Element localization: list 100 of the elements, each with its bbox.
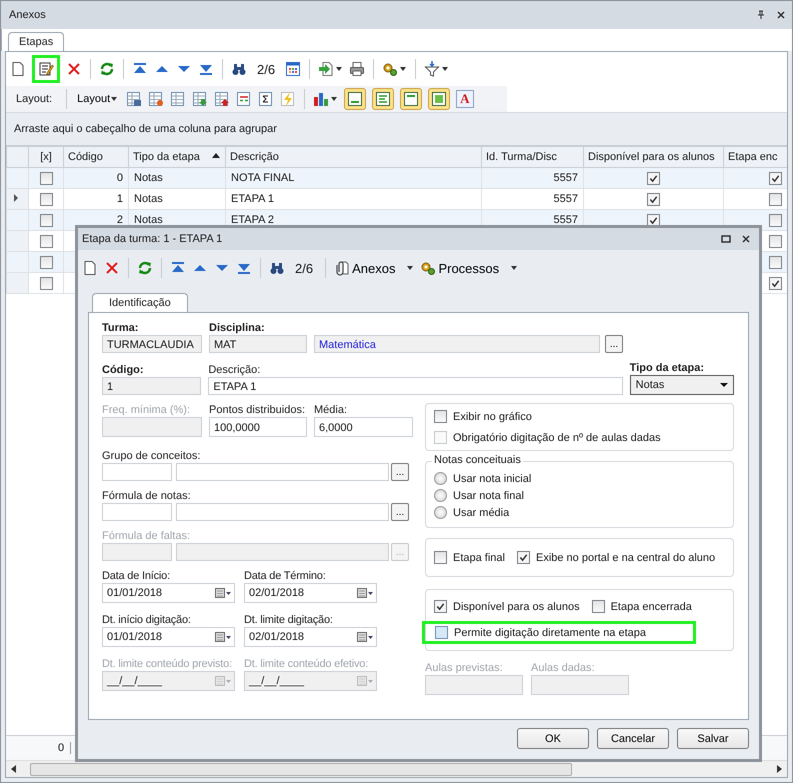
calendar-icon[interactable]	[356, 629, 374, 645]
new-document-icon[interactable]	[82, 260, 98, 276]
scroll-left-icon[interactable]	[10, 764, 18, 774]
checkbox[interactable]	[434, 410, 447, 423]
delete-layout-icon[interactable]	[148, 91, 164, 107]
checkbox[interactable]	[40, 192, 52, 206]
date-field[interactable]: 02/01/2018	[244, 583, 377, 603]
column-header[interactable]: Id. Turma/Disc	[482, 146, 584, 168]
toggle-button[interactable]	[372, 88, 394, 110]
checkbox[interactable]	[647, 214, 660, 226]
edit-button[interactable]	[32, 55, 60, 83]
toggle-button[interactable]	[400, 88, 422, 110]
stage-type-dropdown[interactable]: Notas	[630, 375, 734, 395]
checkbox[interactable]	[434, 551, 447, 564]
delete-icon[interactable]	[104, 260, 120, 276]
turma-field[interactable]: TURMACLAUDIA	[102, 335, 202, 353]
close-icon[interactable]	[776, 10, 786, 20]
column-header[interactable]: [x]	[28, 146, 64, 168]
lesson-count-field[interactable]	[531, 675, 629, 695]
gears-icon[interactable]	[420, 260, 436, 276]
code-field[interactable]: 1	[102, 377, 202, 395]
pin-icon[interactable]	[756, 10, 766, 20]
date-field[interactable]: 01/01/2018	[102, 627, 235, 647]
menu-button[interactable]: Processos	[438, 260, 510, 276]
checkbox[interactable]	[769, 214, 782, 226]
browse-button[interactable]: ...	[391, 503, 409, 521]
grid-settings-icon[interactable]	[285, 61, 302, 77]
checkbox[interactable]	[40, 276, 52, 290]
checkbox[interactable]	[769, 256, 782, 268]
min-frequency-field[interactable]	[102, 417, 202, 437]
scroll-right-icon[interactable]	[775, 764, 783, 774]
checkbox[interactable]	[516, 551, 530, 564]
checkbox[interactable]	[592, 600, 605, 613]
column-header[interactable]: Descrição	[226, 146, 482, 168]
font-button[interactable]: A	[456, 90, 474, 108]
code-field[interactable]	[102, 463, 172, 481]
discipline-name-field[interactable]: Matemática	[314, 335, 600, 353]
checkbox[interactable]	[40, 172, 52, 184]
toggle-button[interactable]	[428, 88, 450, 110]
calendar-icon[interactable]	[214, 585, 232, 601]
browse-button[interactable]: ...	[391, 463, 409, 481]
browse-button[interactable]: ...	[605, 335, 623, 353]
discipline-code-field[interactable]: MAT	[209, 335, 307, 353]
row-indicator[interactable]	[6, 188, 28, 210]
dialog-button[interactable]: OK	[517, 728, 589, 749]
name-field[interactable]	[176, 463, 389, 481]
calendar-icon[interactable]	[214, 629, 232, 645]
name-field[interactable]	[176, 543, 389, 561]
column-header[interactable]: Disponível para os alunos	[584, 146, 724, 168]
refresh-icon[interactable]	[99, 61, 115, 77]
printer-icon[interactable]	[349, 61, 366, 77]
checkbox[interactable]	[769, 276, 782, 290]
name-field[interactable]	[176, 503, 389, 521]
export-layout-icon[interactable]	[214, 91, 230, 107]
radio-button[interactable]	[434, 506, 447, 519]
gears-icon[interactable]	[382, 61, 398, 77]
table-icon[interactable]	[236, 91, 252, 107]
binoculars-icon[interactable]	[231, 61, 247, 77]
radio-button[interactable]	[434, 472, 447, 485]
paperclip-icon[interactable]	[334, 260, 350, 276]
checkbox[interactable]	[647, 172, 660, 184]
date-field[interactable]: 02/01/2018	[244, 627, 377, 647]
tab[interactable]: Identificação	[92, 293, 188, 312]
checkbox[interactable]	[435, 626, 448, 639]
checkbox[interactable]	[40, 234, 52, 248]
horizontal-scrollbar[interactable]	[6, 760, 787, 777]
date-field[interactable]: 01/01/2018	[102, 583, 235, 603]
refresh-icon[interactable]	[137, 260, 153, 276]
binoculars-icon[interactable]	[269, 260, 285, 276]
bar-chart-icon[interactable]	[313, 91, 330, 107]
dialog-button[interactable]: Salvar	[677, 728, 749, 749]
checkbox[interactable]	[769, 192, 782, 206]
checkbox[interactable]	[40, 214, 52, 226]
layout-dropdown[interactable]: Layout	[75, 91, 120, 107]
checkbox[interactable]	[647, 192, 660, 206]
toggle-button[interactable]	[344, 88, 366, 110]
description-field[interactable]: ETAPA 1	[208, 377, 623, 395]
checkbox[interactable]	[769, 234, 782, 248]
code-field[interactable]	[102, 503, 172, 521]
points-field[interactable]: 100,0000	[209, 417, 307, 437]
dialog-button[interactable]: Cancelar	[597, 728, 669, 749]
export-icon[interactable]	[318, 61, 334, 77]
column-header[interactable]: Tipo da etapa	[128, 146, 226, 168]
calendar-icon[interactable]	[356, 585, 374, 601]
new-document-icon[interactable]	[10, 61, 26, 77]
import-layout-icon[interactable]	[192, 91, 208, 107]
tab[interactable]: Etapas	[8, 32, 64, 51]
checkbox[interactable]	[40, 256, 52, 268]
code-field[interactable]	[102, 543, 172, 561]
save-layout-icon[interactable]	[126, 91, 142, 107]
maximize-icon[interactable]	[721, 234, 731, 244]
checkbox[interactable]	[434, 600, 447, 613]
delete-icon[interactable]	[66, 61, 82, 77]
column-header[interactable]: Código	[64, 146, 128, 168]
table-icon[interactable]	[170, 91, 186, 107]
average-field[interactable]: 6,0000	[314, 417, 413, 437]
checkbox[interactable]	[769, 172, 782, 184]
radio-button[interactable]	[434, 489, 447, 502]
close-icon[interactable]	[741, 234, 751, 244]
menu-button[interactable]: Anexos	[352, 260, 406, 276]
